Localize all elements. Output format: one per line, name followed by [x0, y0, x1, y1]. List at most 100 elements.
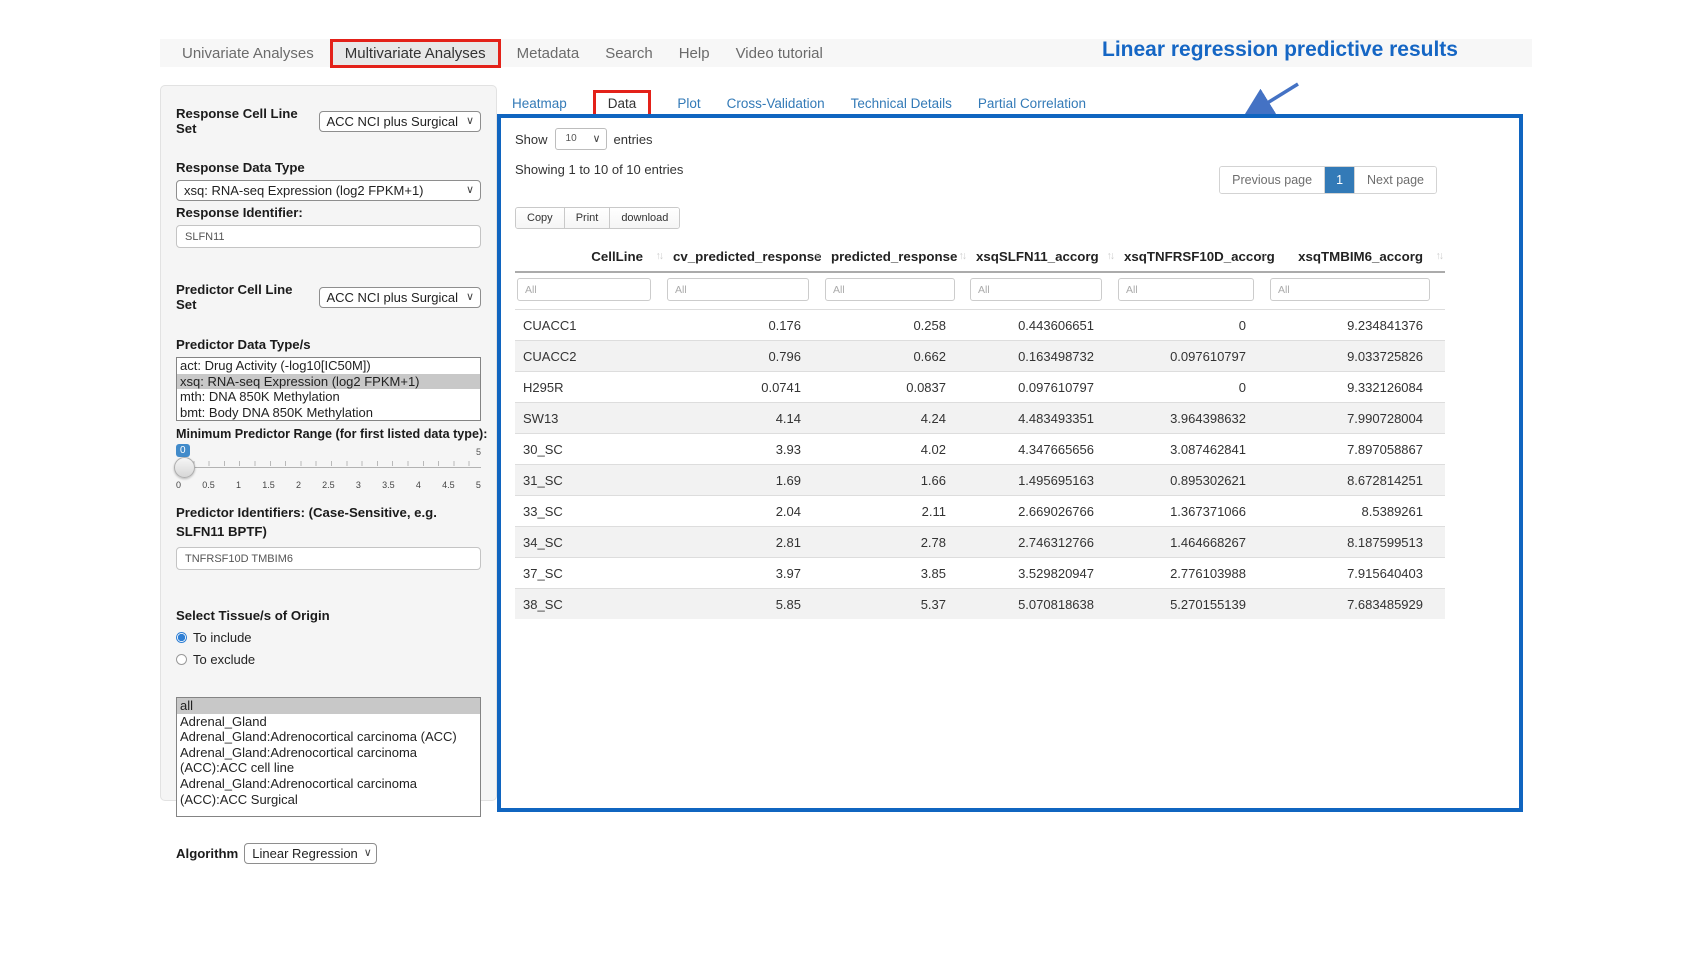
results-tab[interactable]: Heatmap — [512, 96, 567, 111]
export-button[interactable]: Print — [565, 208, 611, 228]
column-header[interactable]: xsqTNFRSF10D_accorg↑↓ — [1116, 242, 1268, 272]
nav-item[interactable]: Univariate Analyses — [172, 42, 324, 65]
column-filter-input[interactable] — [1270, 278, 1430, 301]
sort-icon: ↑↓ — [656, 250, 663, 262]
xsqtnfrsf10d-cell: 3.964398632 — [1116, 403, 1268, 434]
xsqslfn11-cell: 4.347665656 — [968, 434, 1116, 465]
filter-cell — [665, 272, 823, 310]
slider-tick-label: 2.5 — [322, 480, 335, 490]
column-header-label: predicted_response — [831, 249, 957, 264]
response-identifier-input[interactable] — [176, 225, 481, 248]
slider-tick-label: 0 — [176, 480, 181, 490]
page-number-button[interactable]: 1 — [1325, 167, 1354, 193]
predictor-data-type-option[interactable]: xsq: RNA-seq Expression (log2 FPKM+1) — [177, 374, 480, 390]
page: { "colors": { "panel_border_blue": "#106… — [0, 0, 1700, 956]
column-header[interactable]: xsqTMBIM6_accorg↑↓ — [1268, 242, 1445, 272]
next-page-button[interactable]: Next page — [1354, 167, 1436, 193]
cv-predicted-response-cell: 0.0741 — [665, 372, 823, 403]
annotation-title: Linear regression predictive results — [1062, 38, 1498, 62]
predicted-response-cell: 1.66 — [823, 465, 968, 496]
nav-item[interactable]: Multivariate Analyses — [330, 39, 501, 68]
controls-sidebar: Response Cell Line Set ACC NCI plus Surg… — [160, 85, 497, 801]
predictor-identifiers-input[interactable] — [176, 547, 481, 570]
slider-tick-label: 1 — [236, 480, 241, 490]
nav-item[interactable]: Search — [595, 42, 663, 65]
predictor-data-type-option[interactable]: act: Drug Activity (-log10[IC50M]) — [177, 358, 480, 374]
slider-track[interactable] — [176, 467, 481, 468]
tissue-origin-radio[interactable]: To include — [176, 630, 481, 645]
entries-label: entries — [614, 132, 653, 147]
table-row: CUACC1 0.176 0.258 0.443606651 0 9.23484… — [515, 310, 1445, 341]
xsqslfn11-cell: 2.669026766 — [968, 496, 1116, 527]
min-predictor-range-label: Minimum Predictor Range (for first liste… — [176, 427, 481, 441]
tissue-option[interactable]: all — [177, 698, 480, 714]
table-row: CUACC2 0.796 0.662 0.163498732 0.0976107… — [515, 341, 1445, 372]
column-filter-input[interactable] — [970, 278, 1102, 301]
column-header-label: xsqSLFN11_accorg — [976, 249, 1099, 264]
response-cell-line-set-value: ACC NCI plus Surgical — [327, 114, 459, 129]
tissue-origin-radios: To include To exclude — [176, 630, 481, 667]
response-data-type-select[interactable]: xsq: RNA-seq Expression (log2 FPKM+1)∨ — [176, 180, 481, 201]
predicted-response-cell: 0.662 — [823, 341, 968, 372]
nav-item[interactable]: Video tutorial — [726, 42, 833, 65]
results-tab[interactable]: Partial Correlation — [978, 96, 1086, 111]
column-filter-input[interactable] — [825, 278, 955, 301]
radio-icon — [176, 654, 187, 665]
page-length-value: 10 — [566, 133, 577, 144]
column-header-label: CellLine — [591, 249, 643, 264]
chevron-down-icon: ∨ — [364, 846, 372, 859]
results-tab[interactable]: Cross-Validation — [727, 96, 825, 111]
xsqtmbim6-cell: 7.897058867 — [1268, 434, 1445, 465]
column-header[interactable]: CellLine ↑↓ — [515, 242, 665, 272]
xsqtmbim6-cell: 9.033725826 — [1268, 341, 1445, 372]
algorithm-label: Algorithm — [176, 846, 238, 861]
column-filter-input[interactable] — [667, 278, 809, 301]
filter-cell — [1268, 272, 1445, 310]
predictor-data-type-option[interactable]: bmt: Body DNA 850K Methylation — [177, 405, 480, 421]
tissue-option[interactable]: Adrenal_Gland:Adrenocortical carcinoma (… — [177, 776, 480, 807]
nav-item[interactable]: Help — [669, 42, 720, 65]
export-button[interactable]: Copy — [516, 208, 565, 228]
tissue-option[interactable]: Adrenal_Gland:Adrenocortical carcinoma (… — [177, 745, 480, 776]
column-header[interactable]: xsqSLFN11_accorg↑↓ — [968, 242, 1116, 272]
algorithm-value: Linear Regression — [252, 846, 358, 861]
response-cell-line-set-label: Response Cell Line Set — [176, 106, 313, 136]
tissue-origin-radio[interactable]: To exclude — [176, 652, 481, 667]
chevron-down-icon: ∨ — [592, 132, 600, 145]
results-tab[interactable]: Data — [593, 90, 652, 117]
slider-handle[interactable] — [174, 457, 195, 478]
algorithm-select[interactable]: Linear Regression ∨ — [244, 843, 377, 864]
xsqtnfrsf10d-cell: 0 — [1116, 372, 1268, 403]
cv-predicted-response-cell: 3.97 — [665, 558, 823, 589]
table-row: 37_SC 3.97 3.85 3.529820947 2.776103988 … — [515, 558, 1445, 589]
cv-predicted-response-cell: 0.796 — [665, 341, 823, 372]
page-length-select[interactable]: 10 ∨ — [555, 128, 607, 150]
predictor-cell-line-set-select[interactable]: ACC NCI plus Surgical∨ — [319, 287, 482, 308]
results-tab[interactable]: Plot — [677, 96, 700, 111]
xsqslfn11-cell: 3.529820947 — [968, 558, 1116, 589]
export-button[interactable]: download — [610, 208, 679, 228]
cellline-cell: 34_SC — [515, 527, 665, 558]
response-cell-line-set-select[interactable]: ACC NCI plus Surgical∨ — [319, 111, 482, 132]
slider-tick-label: 4.5 — [442, 480, 455, 490]
chevron-down-icon: ∨ — [466, 183, 474, 196]
previous-page-button[interactable]: Previous page — [1220, 167, 1325, 193]
results-panel: Show 10∨ entries Showing 1 to 10 of 10 e… — [497, 114, 1523, 812]
column-header[interactable]: cv_predicted_response↑↓ — [665, 242, 823, 272]
results-tabs: Heatmap Data Plot Cross-Validation Technical… — [512, 90, 1086, 117]
predictor-data-type-option[interactable]: mth: DNA 850K Methylation — [177, 389, 480, 405]
column-filter-input[interactable] — [517, 278, 651, 301]
tissue-option[interactable]: Adrenal_Gland:Adrenocortical carcinoma (… — [177, 729, 480, 745]
column-filter-input[interactable] — [1118, 278, 1254, 301]
radio-label: To exclude — [193, 652, 255, 667]
filter-cell — [1116, 272, 1268, 310]
main-nav: Univariate Analyses Multivariate Analyses… — [160, 39, 833, 68]
nav-item[interactable]: Metadata — [507, 42, 590, 65]
column-header[interactable]: predicted_response↑↓ — [823, 242, 968, 272]
xsqtnfrsf10d-cell: 1.367371066 — [1116, 496, 1268, 527]
tissue-option[interactable]: Adrenal_Gland — [177, 714, 480, 730]
predictor-identifiers-label: Predictor Identifiers: (Case-Sensitive, … — [176, 503, 481, 541]
table-header-row: CellLine↑↓cv_predicted_response↑↓predict… — [515, 242, 1445, 272]
table-row: H295R 0.0741 0.0837 0.097610797 0 9.3321… — [515, 372, 1445, 403]
results-tab[interactable]: Technical Details — [851, 96, 952, 111]
